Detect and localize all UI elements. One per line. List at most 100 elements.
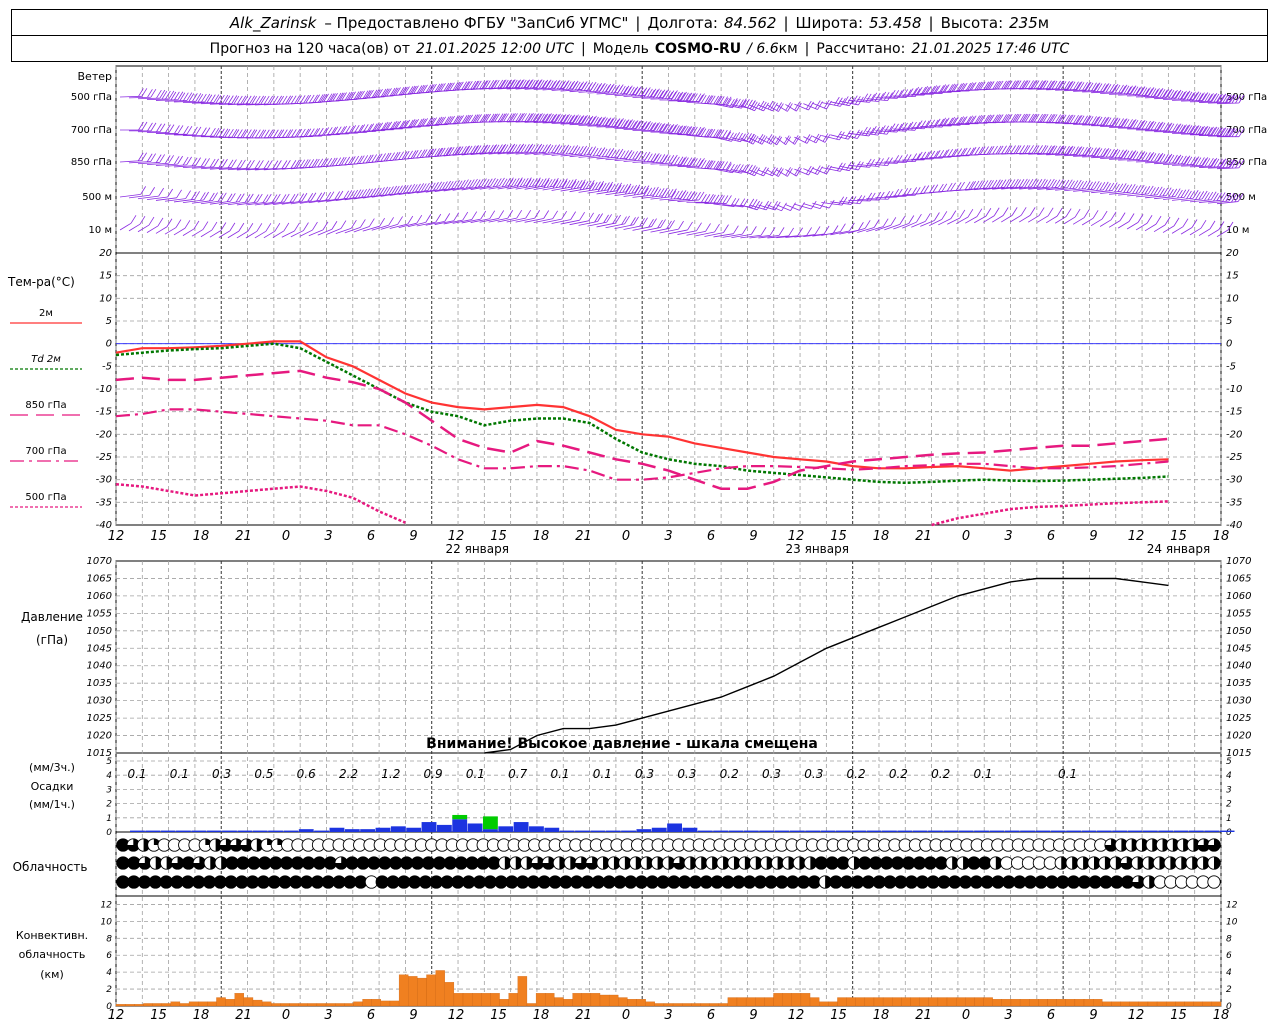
x-tick-label: 0	[962, 1008, 970, 1023]
precip-y-tick: 1	[106, 814, 112, 824]
precip-bar-rain	[651, 827, 667, 832]
convective-bar	[1019, 999, 1030, 1007]
wind-barb-feather	[471, 211, 478, 220]
wind-barb-feather	[416, 214, 423, 224]
wind-barb-shaft	[1027, 215, 1040, 223]
wind-barb-shaft	[1036, 215, 1049, 223]
convective-bar	[1111, 1001, 1121, 1007]
precip-bar-snow	[482, 816, 498, 830]
wind-barb-feather	[579, 211, 585, 221]
convective-y-tick-right: 8	[1226, 934, 1232, 944]
convective-bar	[663, 1003, 674, 1007]
x-tick-label: 6	[707, 1008, 715, 1023]
precip-bar-rain	[176, 830, 191, 832]
wind-barb-feather	[696, 222, 702, 231]
convective-bar	[216, 997, 226, 1007]
precip-3h-total: 0.1	[1058, 767, 1077, 781]
x-tick-label: 9	[749, 529, 757, 544]
convective-bar	[645, 1001, 655, 1007]
wind-barb-feather	[612, 215, 618, 224]
wind-barb-feather	[316, 192, 323, 201]
wind-barb-shaft	[1072, 217, 1085, 225]
pressure-y-tick-right: 1050	[1226, 626, 1251, 637]
convective-bar	[353, 1001, 363, 1007]
precip-y-tick-right: 1	[1226, 814, 1232, 824]
x-tick-label: 15	[830, 1008, 847, 1023]
precip-bar-rain	[360, 829, 376, 832]
wind-barb-feather	[217, 193, 224, 202]
wind-barb-feather	[899, 216, 906, 225]
convective-y-tick: 8	[106, 934, 112, 944]
convective-bar	[335, 1003, 345, 1007]
convective-bar	[718, 1003, 729, 1007]
wind-barb-shaft	[200, 229, 213, 238]
precip-3h-total: 0.9	[424, 767, 443, 781]
wind-barb-feather	[185, 190, 191, 199]
wind-barb-feather	[274, 193, 281, 203]
x-tick-label: 18	[193, 529, 210, 544]
wind-barb	[893, 215, 915, 230]
wind-barb-feather	[763, 102, 769, 112]
precip-bar-rain	[436, 824, 452, 832]
wind-barb-feather	[760, 227, 767, 236]
wind-barb-feather	[819, 200, 826, 209]
wind-barb-feather	[211, 221, 218, 231]
pressure-y-tick-right: 1070	[1226, 556, 1251, 567]
wind-barb-feather	[331, 221, 338, 230]
pressure-y-tick-right: 1035	[1226, 678, 1251, 689]
wind-barb-feather	[525, 209, 532, 219]
wind-barb	[119, 186, 147, 198]
convective-bar	[1138, 1001, 1149, 1007]
wind-barb-feather	[265, 223, 272, 232]
convective-bar	[627, 999, 637, 1007]
wind-barb-feather	[166, 218, 173, 227]
pressure-y-tick: 1060	[87, 591, 112, 602]
day-label: 23 января	[786, 542, 849, 556]
precip-bar-rain	[252, 830, 268, 832]
precip-3h-total: 0.7	[508, 767, 527, 781]
convective-bar	[1211, 1001, 1222, 1007]
precip-bar-rain	[774, 830, 790, 832]
convective-bar	[956, 997, 966, 1007]
wind-barb-feather	[788, 227, 794, 237]
precip-bar-rain	[697, 830, 713, 832]
convective-y-tick: 2	[106, 985, 112, 995]
convective-bar	[864, 997, 875, 1007]
wind-barb-feather	[1173, 217, 1180, 227]
convective-bar	[965, 997, 975, 1007]
wind-barb-feather	[760, 166, 767, 176]
wind-level-label: 850 гПа	[71, 157, 112, 168]
wind-barb-feather	[705, 223, 711, 232]
x-tick-label: 21	[575, 1008, 592, 1023]
precip-bar-rain	[713, 830, 729, 832]
wind-barb-feather	[202, 221, 209, 230]
wind-barb-feather	[624, 215, 630, 225]
precip-3h-total: 0.2	[889, 767, 908, 781]
temp-y-tick-right: -20	[1226, 429, 1242, 440]
convective-bar	[1156, 1001, 1167, 1007]
convective-bar	[453, 993, 464, 1007]
convective-bar	[1010, 999, 1021, 1007]
wind-barb-feather	[1101, 210, 1108, 220]
wind-barb-feather	[130, 215, 137, 224]
wind-barb-feather	[606, 214, 612, 223]
temp-legend-label: 700 гПа	[25, 446, 66, 457]
temp-y-tick: 0	[106, 339, 112, 350]
convective-bar	[1129, 1001, 1139, 1007]
wind-level-label: 500 гПа	[71, 92, 112, 103]
wind-barb-shaft	[173, 227, 186, 236]
wind-barb-shaft	[155, 226, 168, 234]
precip-bar-rain	[1112, 830, 1128, 832]
wind-barb-feather	[425, 214, 432, 223]
precip-3h-total: 0.1	[593, 767, 612, 781]
convective-bar	[992, 999, 1002, 1007]
wind-barb-shaft	[1126, 222, 1139, 230]
convective-y-tick-right: 2	[1226, 985, 1232, 995]
wind-barb-shaft	[263, 230, 276, 239]
wind-barb	[497, 209, 523, 223]
convective-bar	[472, 993, 482, 1007]
convective-bar	[252, 999, 263, 1007]
convective-bar	[124, 1004, 135, 1007]
wind-barb	[479, 210, 505, 223]
wind-barb-feather	[319, 192, 326, 201]
